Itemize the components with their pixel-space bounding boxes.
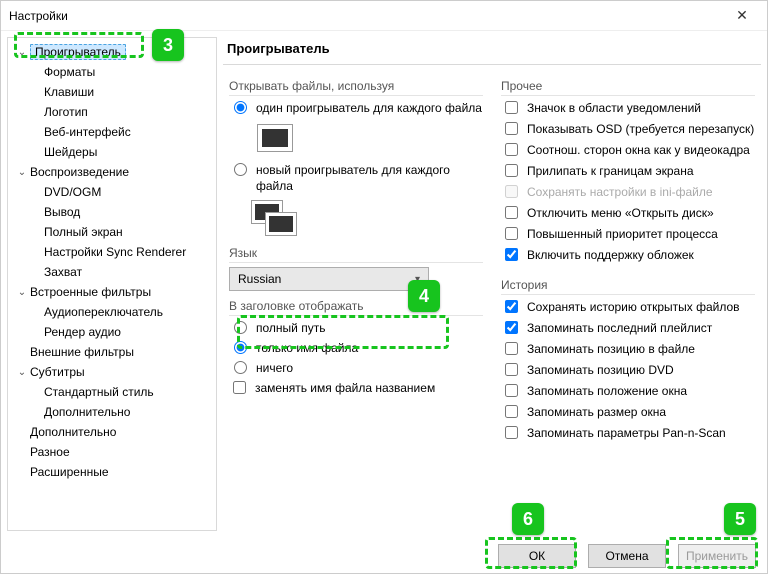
check-ini: Сохранять настройки в ini-файле [501,184,755,201]
group-open: Открывать файлы, используя [229,79,483,96]
tree-output[interactable]: Вывод [8,202,216,222]
check-covers[interactable]: Включить поддержку обложек [501,247,755,264]
single-window-icon [257,124,293,152]
radio-fullpath[interactable]: полный путь [229,320,483,336]
tree-audiorender[interactable]: Рендер аудио [8,322,216,342]
titlebar: Настройки ✕ [1,1,767,31]
check-disable-open[interactable]: Отключить меню «Открыть диск» [501,205,755,222]
tree-external[interactable]: Внешние фильтры [8,342,216,362]
tree-stdstyle[interactable]: Стандартный стиль [8,382,216,402]
tree-playback[interactable]: ⌄Воспроизведение [8,162,216,182]
tree-formats[interactable]: Форматы [8,62,216,82]
tree-advanced-sub[interactable]: Дополнительно [8,402,216,422]
check-lastpl[interactable]: Запоминать последний плейлист [501,320,755,337]
cancel-button[interactable]: Отмена [588,544,666,568]
dialog-buttons: ОК Отмена Применить [498,544,756,568]
tree-subtitles[interactable]: ⌄Субтитры [8,362,216,382]
tree-fullscreen[interactable]: Полный экран [8,222,216,242]
content-panel: Проигрыватель Открывать файлы, используя… [223,37,761,531]
radio-one-player[interactable]: один проигрыватель для каждого файла [229,100,483,116]
check-aspect[interactable]: Соотнош. сторон окна как у видеокадра [501,142,755,159]
check-savehist[interactable]: Сохранять историю открытых файлов [501,299,755,316]
check-winpos[interactable]: Запоминать положение окна [501,383,755,400]
tree-player[interactable]: ⌄Проигрыватель [8,42,216,62]
check-trayicon[interactable]: Значок в области уведомлений [501,100,755,117]
check-winsize[interactable]: Запоминать размер окна [501,404,755,421]
tree-dvd[interactable]: DVD/OGM [8,182,216,202]
check-dvdpos[interactable]: Запоминать позицию DVD [501,362,755,379]
window-title: Настройки [9,9,725,23]
tree-extended[interactable]: Расширенные [8,462,216,482]
close-icon[interactable]: ✕ [725,4,759,28]
check-filepos[interactable]: Запоминать позицию в файле [501,341,755,358]
group-other: Прочее [501,79,755,96]
chevron-down-icon: ▾ [415,274,420,285]
group-history: История [501,278,755,295]
tree-shaders[interactable]: Шейдеры [8,142,216,162]
ok-button[interactable]: ОК [498,544,576,568]
main-area: ⌄Проигрыватель Форматы Клавиши Логотип В… [1,31,767,537]
nav-tree: ⌄Проигрыватель Форматы Клавиши Логотип В… [7,37,217,531]
multi-window-icon [251,200,301,240]
check-snap[interactable]: Прилипать к границам экрана [501,163,755,180]
radio-nameonly[interactable]: только имя файла [229,340,483,356]
tree-sync[interactable]: Настройки Sync Renderer [8,242,216,262]
tree-capture[interactable]: Захват [8,262,216,282]
tree-logo[interactable]: Логотип [8,102,216,122]
check-osd[interactable]: Показывать OSD (требуется перезапуск) [501,121,755,138]
tree-misc[interactable]: Разное [8,442,216,462]
tree-audioswitch[interactable]: Аудиопереключатель [8,302,216,322]
tree-keys[interactable]: Клавиши [8,82,216,102]
group-titledisp: В заголовке отображать [229,299,483,316]
group-lang: Язык [229,246,483,263]
radio-nothing[interactable]: ничего [229,360,483,376]
language-value: Russian [238,272,281,286]
tree-web[interactable]: Веб-интерфейс [8,122,216,142]
check-panscan[interactable]: Запоминать параметры Pan-n-Scan [501,425,755,442]
apply-button[interactable]: Применить [678,544,756,568]
tree-builtin[interactable]: ⌄Встроенные фильтры [8,282,216,302]
radio-new-player[interactable]: новый проигрыватель для каждого файла [229,162,483,194]
check-priority[interactable]: Повышенный приоритет процесса [501,226,755,243]
tree-advanced[interactable]: Дополнительно [8,422,216,442]
panel-title: Проигрыватель [223,37,761,65]
check-replace-title[interactable]: заменять имя файла названием [229,380,483,397]
language-select[interactable]: Russian ▾ [229,267,429,291]
